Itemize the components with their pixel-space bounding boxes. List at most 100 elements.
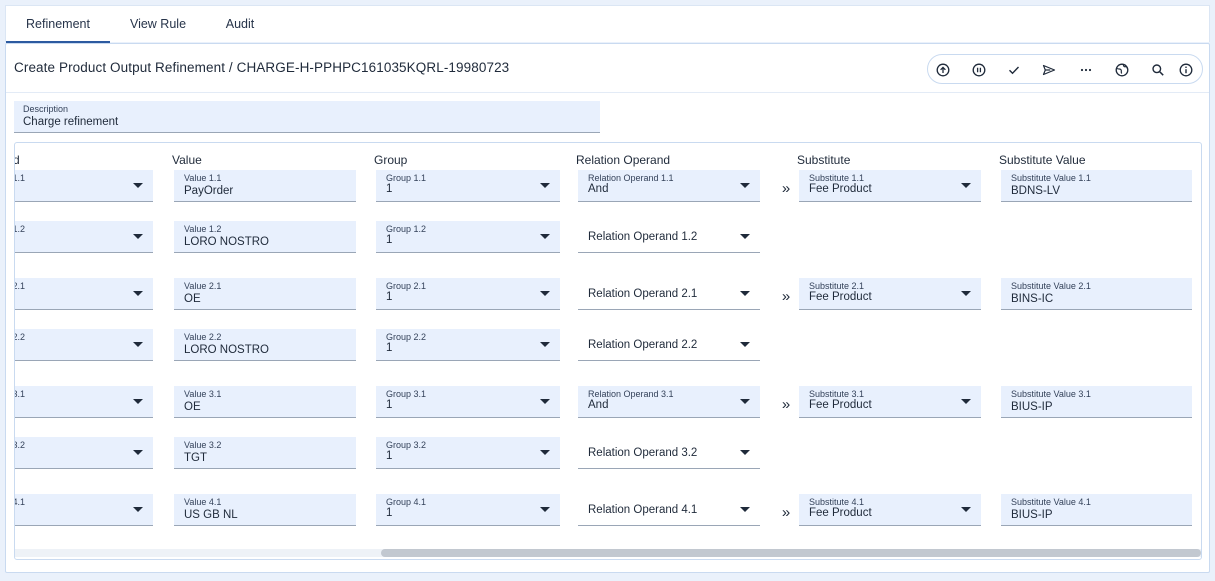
row-5-substitute-value-input[interactable]: Substitute Value 3.1 BIUS-IP xyxy=(1001,386,1192,418)
upload-circle-icon[interactable] xyxy=(933,60,953,80)
row-3-value-input[interactable]: Value 2.1 OE xyxy=(174,278,356,310)
row-3-value-input-value: OE xyxy=(184,293,201,305)
row-7-substitute-select-label: Substitute 4.1 xyxy=(809,497,865,507)
tab-audit[interactable]: Audit xyxy=(212,6,268,43)
chevron-down-icon xyxy=(540,399,550,404)
row-4-relation-operand-select[interactable]: Relation Operand 2.2 xyxy=(578,329,760,361)
row-3-substitute-select-label: Substitute 2.1 xyxy=(809,281,865,291)
chevron-down-icon xyxy=(133,183,143,188)
row-5-group-select-value: 1 xyxy=(386,399,393,411)
row-4-field-select[interactable]: d 2.2 xyxy=(15,329,153,361)
row-2-field-select[interactable]: d 1.2 xyxy=(15,221,153,253)
row-4-group-select-label: Group 2.2 xyxy=(386,332,427,342)
chevron-down-icon xyxy=(740,399,750,404)
row-1-substitute-arrow-icon: » xyxy=(781,180,791,197)
row-7-substitute-value-input[interactable]: Substitute Value 4.1 BIUS-IP xyxy=(1001,494,1192,526)
search-icon[interactable] xyxy=(1148,60,1168,80)
row-2-relation-operand-select[interactable]: Relation Operand 1.2 xyxy=(578,221,760,253)
chevron-down-icon xyxy=(740,450,750,455)
row-6-group-select[interactable]: Group 3.2 1 xyxy=(376,437,560,469)
row-3-field-select[interactable]: d 2.1 xyxy=(15,278,153,310)
chevron-down-icon xyxy=(961,507,971,512)
row-6-field-select[interactable]: d 3.2 xyxy=(15,437,153,469)
row-6-value-input-label: Value 3.2 xyxy=(184,440,222,450)
horizontal-scrollbar-thumb[interactable] xyxy=(381,549,1201,557)
tab-bar: Refinement View Rule Audit xyxy=(5,5,1210,43)
chevron-down-icon xyxy=(540,450,550,455)
row-5-field-select-label: d 3.1 xyxy=(15,389,26,399)
row-5-relation-operand-select[interactable]: Relation Operand 3.1 And xyxy=(578,386,760,418)
row-1-field-select-label: d 1.1 xyxy=(15,173,26,183)
row-1-relation-operand-select-value: And xyxy=(588,183,609,195)
row-7-group-select-value: 1 xyxy=(386,507,393,519)
row-7-substitute-value-input-label: Substitute Value 4.1 xyxy=(1011,497,1091,507)
row-7-substitute-select-value: Fee Product xyxy=(809,507,872,519)
globe-icon[interactable] xyxy=(1112,60,1132,80)
row-7-substitute-select[interactable]: Substitute 4.1 Fee Product xyxy=(799,494,981,526)
row-3-relation-operand-select[interactable]: Relation Operand 2.1 xyxy=(578,278,760,310)
row-2-group-select[interactable]: Group 1.2 1 xyxy=(376,221,560,253)
row-7-value-input[interactable]: Value 4.1 US GB NL xyxy=(174,494,356,526)
row-7-substitute-value-input-value: BIUS-IP xyxy=(1011,509,1053,521)
row-7-field-select[interactable]: d 4.1 xyxy=(15,494,153,526)
row-4-group-select[interactable]: Group 2.2 1 xyxy=(376,329,560,361)
row-1-substitute-select-value: Fee Product xyxy=(809,183,872,195)
row-1-relation-operand-select[interactable]: Relation Operand 1.1 And xyxy=(578,170,760,202)
check-icon[interactable] xyxy=(1004,60,1024,80)
row-1-value-input-value: PayOrder xyxy=(184,185,234,197)
column-header-field: d xyxy=(15,153,20,167)
row-5-substitute-value-input-label: Substitute Value 3.1 xyxy=(1011,389,1091,399)
description-label: Description xyxy=(23,104,69,114)
chevron-down-icon xyxy=(540,507,550,512)
tab-view-rule[interactable]: View Rule xyxy=(120,6,196,43)
row-7-substitute-arrow-icon: » xyxy=(781,504,791,521)
chevron-down-icon xyxy=(540,234,550,239)
chevron-down-icon xyxy=(540,291,550,296)
row-1-substitute-select-label: Substitute 1.1 xyxy=(809,173,865,183)
row-4-value-input[interactable]: Value 2.2 LORO NOSTRO xyxy=(174,329,356,361)
row-1-substitute-select[interactable]: Substitute 1.1 Fee Product xyxy=(799,170,981,202)
description-field[interactable]: Description Charge refinement xyxy=(14,101,600,133)
row-6-relation-operand-select[interactable]: Relation Operand 3.2 xyxy=(578,437,760,469)
chevron-down-icon xyxy=(133,450,143,455)
pause-circle-icon[interactable] xyxy=(969,60,989,80)
chevron-down-icon xyxy=(740,342,750,347)
row-2-field-select-label: d 1.2 xyxy=(15,224,26,234)
row-5-field-select[interactable]: d 3.1 xyxy=(15,386,153,418)
row-3-substitute-value-input[interactable]: Substitute Value 2.1 BINS-IC xyxy=(1001,278,1192,310)
tab-refinement[interactable]: Refinement xyxy=(6,6,110,43)
row-3-group-select-value: 1 xyxy=(386,291,393,303)
row-4-relation-operand-select-placeholder: Relation Operand 2.2 xyxy=(588,339,698,351)
row-5-substitute-select[interactable]: Substitute 3.1 Fee Product xyxy=(799,386,981,418)
row-3-substitute-select-value: Fee Product xyxy=(809,291,872,303)
row-2-value-input-label: Value 1.2 xyxy=(184,224,222,234)
row-5-group-select-label: Group 3.1 xyxy=(386,389,427,399)
row-6-relation-operand-select-placeholder: Relation Operand 3.2 xyxy=(588,447,698,459)
main-panel: Create Product Output Refinement / CHARG… xyxy=(5,43,1210,573)
row-3-substitute-value-input-value: BINS-IC xyxy=(1011,293,1054,305)
row-6-value-input[interactable]: Value 3.2 TGT xyxy=(174,437,356,469)
more-icon[interactable] xyxy=(1076,60,1096,80)
row-7-group-select[interactable]: Group 4.1 1 xyxy=(376,494,560,526)
row-5-group-select[interactable]: Group 3.1 1 xyxy=(376,386,560,418)
chevron-down-icon xyxy=(133,507,143,512)
row-1-substitute-value-input[interactable]: Substitute Value 1.1 BDNS-LV xyxy=(1001,170,1192,202)
column-header-substitute-value: Substitute Value xyxy=(999,153,1086,167)
row-5-value-input[interactable]: Value 3.1 OE xyxy=(174,386,356,418)
row-2-group-select-label: Group 1.2 xyxy=(386,224,427,234)
send-icon[interactable] xyxy=(1039,60,1059,80)
row-1-field-select[interactable]: d 1.1 xyxy=(15,170,153,202)
row-3-substitute-value-input-label: Substitute Value 2.1 xyxy=(1011,281,1091,291)
row-3-substitute-select[interactable]: Substitute 2.1 Fee Product xyxy=(799,278,981,310)
row-7-value-input-label: Value 4.1 xyxy=(184,497,222,507)
row-1-substitute-value-input-label: Substitute Value 1.1 xyxy=(1011,173,1091,183)
row-2-value-input[interactable]: Value 1.2 LORO NOSTRO xyxy=(174,221,356,253)
row-7-relation-operand-select[interactable]: Relation Operand 4.1 xyxy=(578,494,760,526)
row-1-group-select[interactable]: Group 1.1 1 xyxy=(376,170,560,202)
column-header-substitute: Substitute xyxy=(797,153,851,167)
row-1-value-input-label: Value 1.1 xyxy=(184,173,222,183)
info-icon[interactable] xyxy=(1176,60,1196,80)
row-1-value-input[interactable]: Value 1.1 PayOrder xyxy=(174,170,356,202)
row-3-group-select[interactable]: Group 2.1 1 xyxy=(376,278,560,310)
row-5-substitute-arrow-icon: » xyxy=(781,396,791,413)
